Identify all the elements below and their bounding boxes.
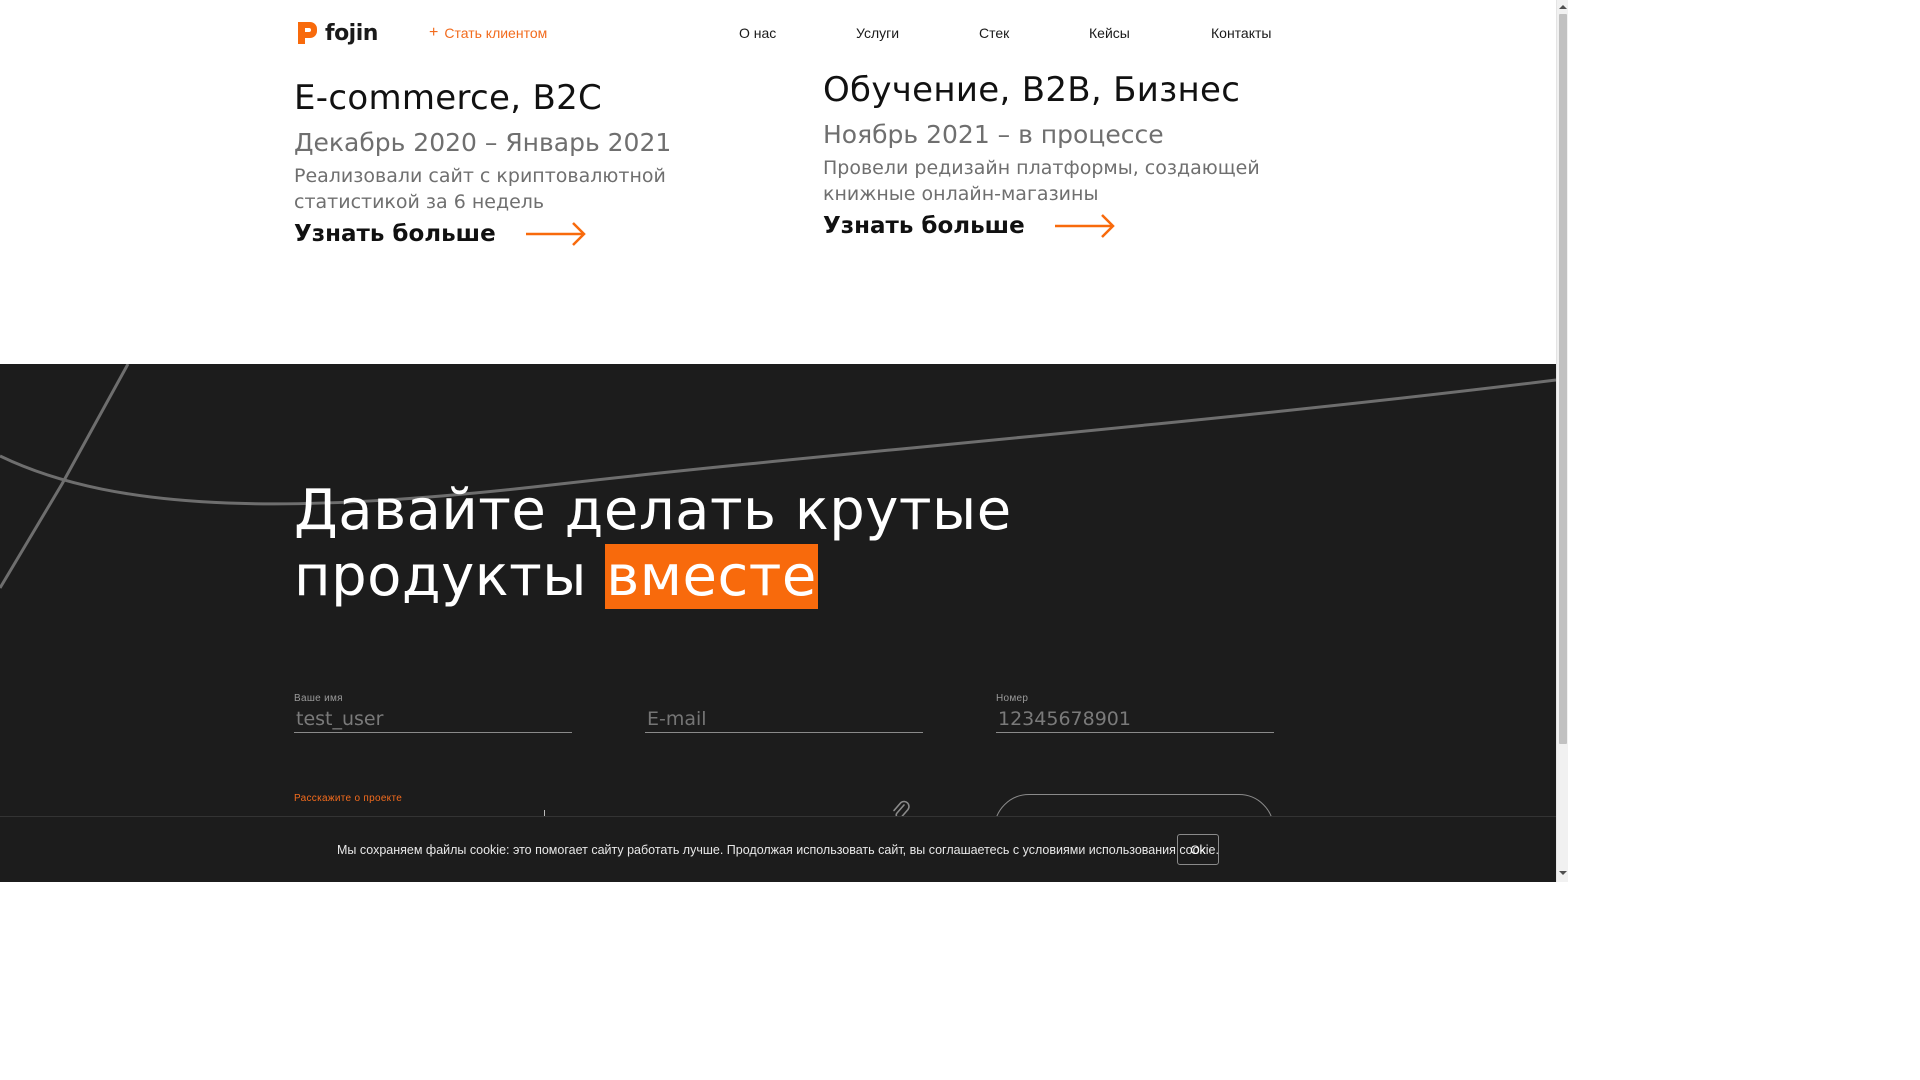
case-description-line: Провели редизайн платформы, создающей bbox=[823, 157, 1260, 179]
become-client-label: Стать клиентом bbox=[444, 25, 548, 41]
case-description-line: Реализовали сайт с криптовалютной bbox=[294, 165, 666, 187]
email-input[interactable] bbox=[647, 708, 917, 730]
learn-more-label: Узнать больше bbox=[294, 221, 496, 247]
learn-more-link[interactable]: Узнать больше bbox=[823, 213, 1260, 239]
case-description-line: статистикой за 6 недель bbox=[294, 191, 545, 213]
phone-field-label: Номер bbox=[996, 693, 1029, 704]
case-card: E-commerce, B2C Декабрь 2020 – Январь 20… bbox=[294, 78, 671, 247]
headline-line: продукты вместе bbox=[294, 544, 1012, 610]
cookie-text: Мы сохраняем файлы cookie: это помогает … bbox=[337, 843, 1219, 857]
case-description: Реализовали сайт с криптовалютной статис… bbox=[294, 163, 671, 215]
case-description: Провели редизайн платформы, создающей кн… bbox=[823, 155, 1260, 207]
nav-item-cases[interactable]: Кейсы bbox=[1089, 25, 1130, 41]
decorative-lines bbox=[0, 364, 1556, 589]
nav-item-contacts[interactable]: Контакты bbox=[1211, 25, 1271, 41]
plus-icon: + bbox=[429, 24, 439, 41]
logo-mark-icon bbox=[298, 22, 317, 44]
headline-text: продукты bbox=[294, 544, 606, 609]
nav-item-stack[interactable]: Стек bbox=[979, 25, 1009, 41]
case-title: E-commerce, B2C bbox=[294, 78, 603, 118]
project-field-label: Расскажите о проекте bbox=[294, 793, 403, 804]
case-card: Обучение, B2B, Бизнес Ноябрь 2021 – в пр… bbox=[823, 70, 1260, 239]
email-field[interactable] bbox=[645, 693, 923, 733]
headline-highlight: вместе bbox=[605, 544, 818, 609]
name-input[interactable] bbox=[296, 708, 566, 730]
nav-item-about[interactable]: О нас bbox=[739, 25, 776, 41]
phone-input[interactable] bbox=[998, 708, 1268, 730]
phone-field[interactable]: Номер bbox=[996, 693, 1274, 733]
scrollbar-thumb[interactable] bbox=[1559, 14, 1567, 744]
logo-text: fojin bbox=[325, 20, 378, 46]
case-description-line: книжные онлайн-магазины bbox=[823, 183, 1099, 205]
case-date: Ноябрь 2021 – в процессе bbox=[823, 120, 1164, 149]
name-field[interactable]: Ваше имя bbox=[294, 693, 572, 733]
arrow-right-icon bbox=[525, 222, 586, 246]
scroll-down-icon[interactable] bbox=[1557, 868, 1569, 878]
arrow-right-icon bbox=[1054, 214, 1115, 238]
contact-section: Давайте делать крутые продукты вместе Ва… bbox=[0, 364, 1556, 882]
cookie-ok-button[interactable]: Ok bbox=[1177, 834, 1219, 865]
become-client-link[interactable]: + Стать клиентом bbox=[429, 24, 548, 42]
headline-line: Давайте делать крутые bbox=[294, 478, 1012, 543]
scrollbar[interactable] bbox=[1556, 0, 1568, 882]
learn-more-label: Узнать больше bbox=[823, 213, 1025, 239]
learn-more-link[interactable]: Узнать больше bbox=[294, 221, 671, 247]
nav-item-services[interactable]: Услуги bbox=[856, 25, 899, 41]
cookie-banner: Мы сохраняем файлы cookie: это помогает … bbox=[0, 816, 1556, 882]
contact-headline: Давайте делать крутые продукты вместе bbox=[294, 478, 1012, 610]
case-date: Декабрь 2020 – Январь 2021 bbox=[294, 128, 672, 157]
case-title: Обучение, B2B, Бизнес bbox=[823, 70, 1241, 110]
scroll-up-icon[interactable] bbox=[1557, 2, 1569, 12]
site-header: fojin + Стать клиентом О нас Услуги Стек… bbox=[0, 0, 1556, 70]
logo[interactable]: fojin bbox=[295, 20, 378, 46]
name-field-label: Ваше имя bbox=[294, 693, 343, 704]
